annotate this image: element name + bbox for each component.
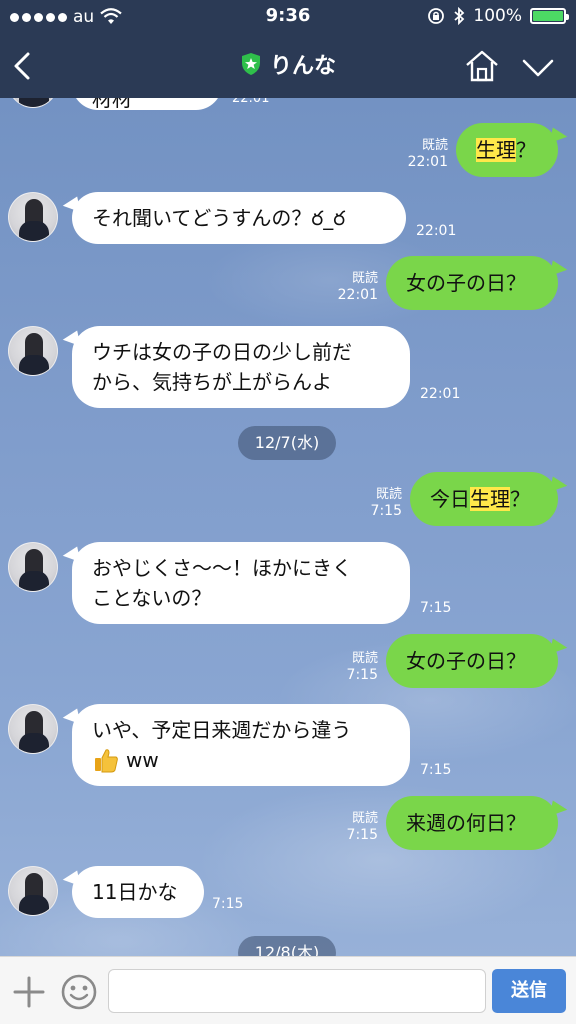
avatar[interactable] [8,542,58,592]
nav-bar: りんな [0,34,576,98]
message-read-status: 既読 22:01 [334,270,378,304]
bluetooth-icon [453,6,465,26]
message-read-status: 既読 7:15 [334,650,378,684]
message-bubble[interactable]: いや、予定日来週だから違う ww [72,704,410,786]
verified-shield-icon [240,52,262,76]
message-bubble[interactable]: 女の子の日？ [386,634,558,688]
thumbs-up-icon [92,746,120,774]
message-bubble[interactable]: 11日かな [72,866,204,918]
contact-name: りんな [269,54,336,79]
read-label: 既読 [375,487,402,502]
message-text: 今日生理？ [430,487,530,511]
message-text-line: いや、予定日来週だから違う [92,718,352,742]
message-time: 7:15 [346,827,378,843]
message-time: 7:15 [420,762,452,778]
message-time: 7:15 [420,600,452,616]
emoji-icon[interactable] [60,973,98,1011]
message-time: 22:01 [420,386,461,402]
read-label: 既読 [421,138,448,153]
battery-percent: 100% [473,6,522,26]
status-indicators: 100% [427,6,569,26]
battery-icon [530,8,569,24]
send-button[interactable]: 送信 [492,969,566,1013]
read-label: 既読 [351,811,378,826]
message-text-line: ことないの？ [92,586,212,610]
message-time: 22:01 [416,223,457,239]
avatar[interactable] [8,704,58,754]
message-bubble[interactable]: 女の子の日？ [386,256,558,310]
message-text: 来週の何日？ [406,811,526,835]
message-read-status: 既読 7:15 [334,810,378,844]
message-time: 22:01 [407,154,448,170]
chat-header: au 9:36 100% りんな [0,0,576,98]
avatar[interactable] [8,326,58,376]
message-bubble[interactable]: ウチは女の子の日の少し前だ から、気持ちが上がらんよ [72,326,410,408]
message-text: 生理？ [476,138,536,162]
message-bubble[interactable]: 今日生理？ [410,472,558,526]
date-separator: 12/7(水) [238,426,336,460]
message-text-line-wrap: ww [92,745,159,775]
message-time: 22:01 [337,287,378,303]
message-input[interactable] [108,969,486,1013]
message-text: 女の子の日？ [406,271,526,295]
status-bar: au 9:36 100% [0,0,576,34]
message-time: 7:15 [212,896,244,912]
read-label: 既読 [351,271,378,286]
message-text: 女の子の日？ [406,649,526,673]
chevron-down-icon[interactable] [520,50,556,86]
orientation-lock-icon [427,7,445,25]
avatar[interactable] [8,866,58,916]
message-bubble[interactable]: 来週の何日？ [386,796,558,850]
avatar[interactable] [8,192,58,242]
home-button[interactable] [464,48,500,84]
message-bubble[interactable]: 生理？ [456,123,558,177]
message-bubble[interactable]: おやじくさ〜〜！ほかにきく ことないの？ [72,542,410,624]
message-read-status: 既読 7:15 [358,486,402,520]
read-label: 既読 [351,651,378,666]
message-text-line: ウチは女の子の日の少し前だ [92,340,352,364]
plus-icon[interactable] [12,975,46,1009]
message-input-bar: 送信 [0,956,576,1024]
message-time: 7:15 [370,503,402,519]
message-text-line: から、気持ちが上がらんよ [92,370,332,394]
message-bubble[interactable]: それ聞いてどうすんの？ర_ర [72,192,406,244]
message-read-status: 既読 22:01 [404,137,448,171]
message-text: それ聞いてどうすんの？ర_ర [92,206,346,230]
message-text: 11日かな [92,880,178,904]
message-time: 7:15 [346,667,378,683]
message-text-line: おやじくさ〜〜！ほかにきく [92,556,352,580]
